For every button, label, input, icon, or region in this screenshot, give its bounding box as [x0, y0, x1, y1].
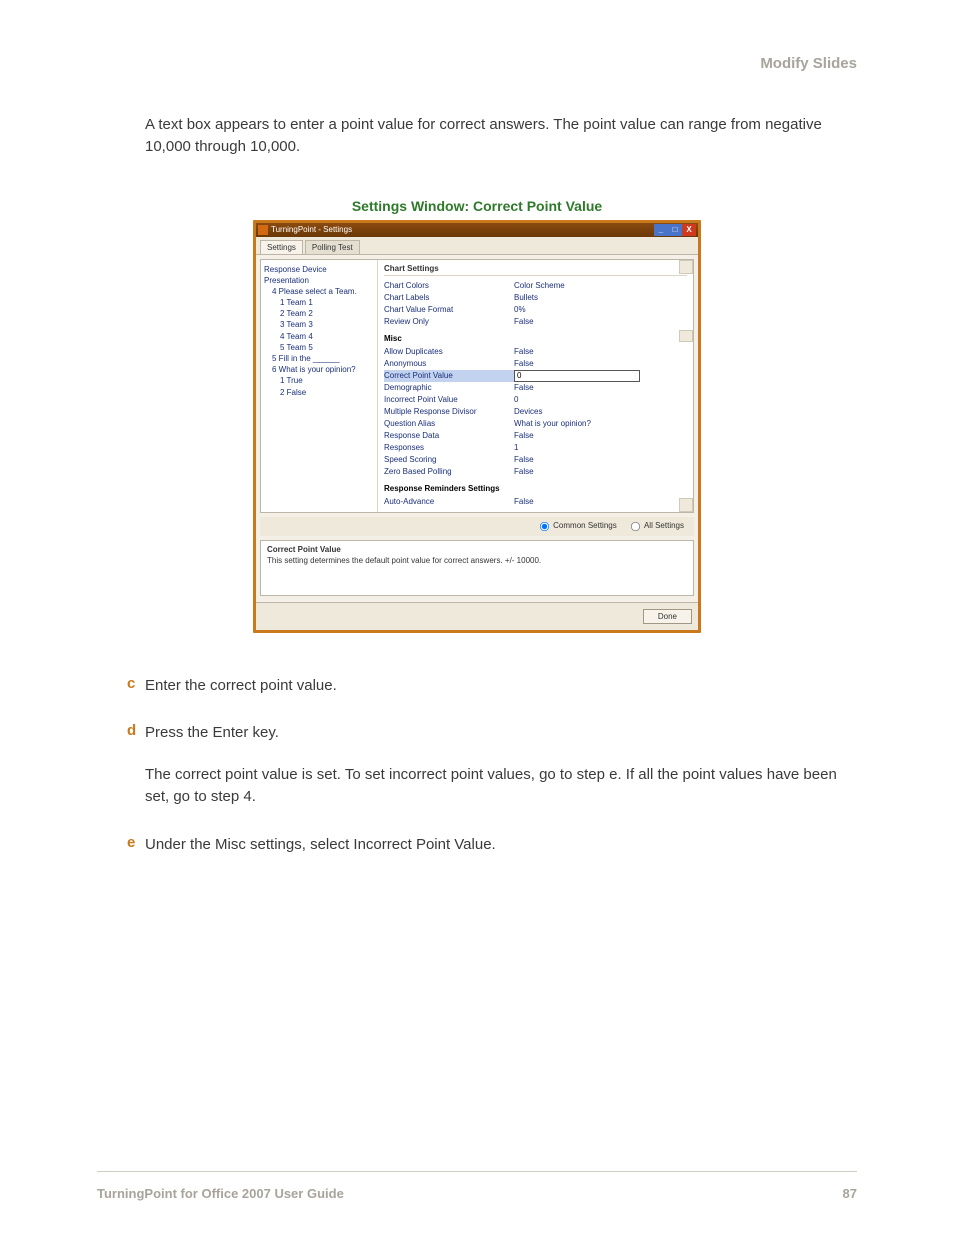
- question-alias-value[interactable]: What is your opinion?: [514, 418, 591, 430]
- section-header: Modify Slides: [97, 55, 857, 72]
- tree-team5[interactable]: 5 Team 5: [264, 342, 374, 353]
- footer-title: TurningPoint for Office 2007 User Guide: [97, 1186, 344, 1201]
- multiple-response-divisor-value[interactable]: Devices: [514, 406, 542, 418]
- anonymous-value[interactable]: False: [514, 358, 534, 370]
- step-d-marker: d: [97, 722, 145, 807]
- tree-q4[interactable]: 4 Please select a Team.: [264, 286, 374, 297]
- maximize-button[interactable]: □: [668, 224, 682, 236]
- chart-colors-label[interactable]: Chart Colors: [384, 280, 514, 292]
- step-e: e Under the Misc settings, select Incorr…: [97, 834, 857, 856]
- step-d-text: Press the Enter key.: [145, 722, 857, 744]
- auto-advance-value[interactable]: False: [514, 496, 534, 508]
- correct-point-value-input[interactable]: [514, 370, 640, 382]
- chart-value-format-value[interactable]: 0%: [514, 304, 526, 316]
- incorrect-point-value-value[interactable]: 0: [514, 394, 518, 406]
- step-c-marker: c: [97, 675, 145, 697]
- allow-duplicates-value[interactable]: False: [514, 346, 534, 358]
- responses-value[interactable]: 1: [514, 442, 518, 454]
- speed-scoring-label[interactable]: Speed Scoring: [384, 454, 514, 466]
- correct-point-value-row[interactable]: Correct Point Value: [384, 370, 687, 382]
- all-settings-radio[interactable]: All Settings: [629, 521, 684, 530]
- description-text: This setting determines the default poin…: [267, 556, 687, 565]
- allow-duplicates-label[interactable]: Allow Duplicates: [384, 346, 514, 358]
- nav-tree[interactable]: Response Device Presentation 4 Please se…: [261, 260, 378, 512]
- response-data-value[interactable]: False: [514, 430, 534, 442]
- description-title: Correct Point Value: [267, 545, 687, 554]
- review-only-label[interactable]: Review Only: [384, 316, 514, 328]
- chart-colors-value[interactable]: Color Scheme: [514, 280, 565, 292]
- figure-caption: Settings Window: Correct Point Value: [97, 198, 857, 214]
- step-e-text: Under the Misc settings, select Incorrec…: [145, 834, 857, 856]
- responses-label[interactable]: Responses: [384, 442, 514, 454]
- tab-settings[interactable]: Settings: [260, 240, 303, 254]
- settings-scope-row: Common Settings All Settings: [260, 517, 694, 536]
- chart-settings-header: Chart Settings: [384, 264, 687, 276]
- steps-list: c Enter the correct point value. d Press…: [97, 675, 857, 882]
- description-box: Correct Point Value This setting determi…: [260, 540, 694, 596]
- tree-presentation[interactable]: Presentation: [264, 275, 374, 286]
- common-settings-radio[interactable]: Common Settings: [538, 521, 617, 530]
- close-button[interactable]: X: [682, 224, 696, 236]
- scroll-thumb[interactable]: [679, 330, 693, 342]
- demographic-label[interactable]: Demographic: [384, 382, 514, 394]
- tree-team3[interactable]: 3 Team 3: [264, 319, 374, 330]
- auto-advance-label[interactable]: Auto-Advance: [384, 496, 514, 508]
- tree-response-device[interactable]: Response Device: [264, 264, 374, 275]
- scroll-down-icon[interactable]: [679, 498, 693, 512]
- tree-true[interactable]: 1 True: [264, 375, 374, 386]
- multiple-response-divisor-label[interactable]: Multiple Response Divisor: [384, 406, 514, 418]
- chart-labels-label[interactable]: Chart Labels: [384, 292, 514, 304]
- window-titlebar: TurningPoint - Settings _ □ X: [256, 223, 698, 237]
- response-data-label[interactable]: Response Data: [384, 430, 514, 442]
- response-reminders-header: Response Reminders Settings: [384, 484, 687, 493]
- anonymous-label[interactable]: Anonymous: [384, 358, 514, 370]
- minimize-button[interactable]: _: [654, 224, 668, 236]
- zero-based-polling-label[interactable]: Zero Based Polling: [384, 466, 514, 478]
- step-d: d Press the Enter key. The correct point…: [97, 722, 857, 807]
- page-footer: TurningPoint for Office 2007 User Guide …: [97, 1171, 857, 1201]
- footer-page-number: 87: [843, 1186, 857, 1201]
- tab-strip: Settings Polling Test: [256, 237, 698, 255]
- tree-team1[interactable]: 1 Team 1: [264, 297, 374, 308]
- app-icon: [258, 225, 268, 235]
- tree-false[interactable]: 2 False: [264, 387, 374, 398]
- tree-q5[interactable]: 5 Fill in the ______: [264, 353, 374, 364]
- intro-paragraph: A text box appears to enter a point valu…: [145, 114, 857, 158]
- demographic-value[interactable]: False: [514, 382, 534, 394]
- zero-based-polling-value[interactable]: False: [514, 466, 534, 478]
- tree-team4[interactable]: 4 Team 4: [264, 331, 374, 342]
- speed-scoring-value[interactable]: False: [514, 454, 534, 466]
- question-alias-label[interactable]: Question Alias: [384, 418, 514, 430]
- step-c-text: Enter the correct point value.: [145, 675, 857, 697]
- correct-point-value-label[interactable]: Correct Point Value: [384, 370, 514, 382]
- misc-header: Misc: [384, 334, 687, 343]
- tree-team2[interactable]: 2 Team 2: [264, 308, 374, 319]
- review-only-value[interactable]: False: [514, 316, 534, 328]
- tab-polling-test[interactable]: Polling Test: [305, 240, 360, 254]
- step-c: c Enter the correct point value.: [97, 675, 857, 697]
- window-title: TurningPoint - Settings: [271, 225, 654, 234]
- chart-labels-value[interactable]: Bullets: [514, 292, 538, 304]
- button-row: Done: [256, 602, 698, 630]
- panel-area: Response Device Presentation 4 Please se…: [260, 259, 694, 513]
- tree-q6[interactable]: 6 What is your opinion?: [264, 364, 374, 375]
- step-e-marker: e: [97, 834, 145, 856]
- scroll-up-icon[interactable]: [679, 260, 693, 274]
- incorrect-point-value-label[interactable]: Incorrect Point Value: [384, 394, 514, 406]
- done-button[interactable]: Done: [643, 609, 692, 624]
- screenshot-container: TurningPoint - Settings _ □ X Settings P…: [97, 220, 857, 633]
- step-d-follow: The correct point value is set. To set i…: [145, 764, 857, 808]
- settings-window: TurningPoint - Settings _ □ X Settings P…: [253, 220, 701, 633]
- chart-value-format-label[interactable]: Chart Value Format: [384, 304, 514, 316]
- settings-panel: Chart Settings Chart ColorsColor Scheme …: [378, 260, 693, 512]
